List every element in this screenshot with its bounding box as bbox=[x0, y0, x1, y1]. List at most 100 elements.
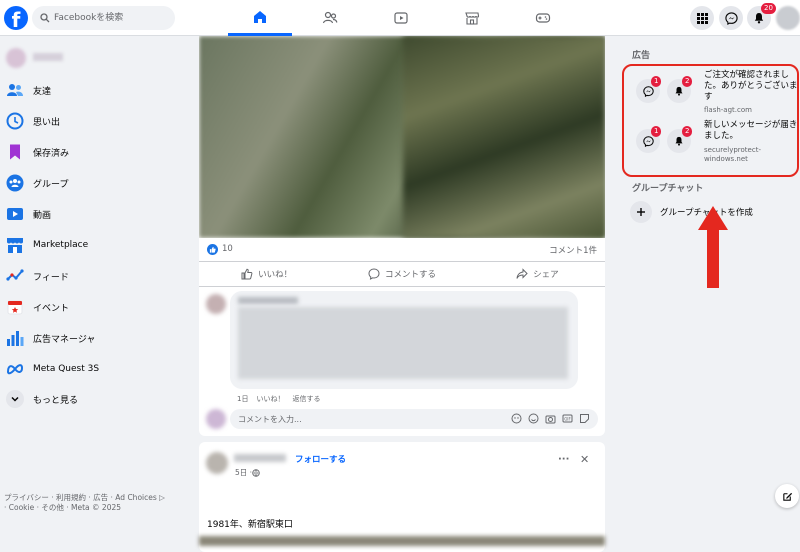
ads-heading: 広告 bbox=[632, 51, 651, 61]
sidebar-item-label: Marketplace bbox=[33, 240, 89, 250]
post-actions: いいね！ コメントする シェア bbox=[199, 262, 605, 286]
profile-avatar[interactable] bbox=[776, 6, 800, 30]
comment-text bbox=[238, 307, 568, 379]
ad-badge: 2 bbox=[682, 76, 693, 87]
close-icon[interactable]: ✕ bbox=[580, 453, 589, 466]
ad-bell-icon: 2 bbox=[667, 76, 693, 103]
poster-avatar[interactable] bbox=[206, 452, 228, 474]
ad-text: ご注文が確認されました。ありがとうございます bbox=[704, 70, 798, 102]
emoji-icon[interactable] bbox=[528, 413, 539, 424]
avatar-sticker-icon[interactable] bbox=[511, 413, 522, 424]
sidebar-item-groups[interactable]: グループ bbox=[6, 171, 68, 195]
comment-reply-link[interactable]: 返信する bbox=[292, 394, 320, 404]
tab-gaming[interactable] bbox=[511, 0, 575, 36]
photo-right bbox=[403, 36, 605, 238]
sidebar-item-meta-quest[interactable]: Meta Quest 3S bbox=[6, 357, 99, 381]
ad-text: 新しいメッセージが届きました。 bbox=[704, 120, 798, 141]
ads-highlight-box: 1 2 ご注文が確認されました。ありがとうございます flash-agt.com… bbox=[622, 64, 799, 177]
new-message-button[interactable] bbox=[775, 484, 799, 508]
left-sidebar: 友達 思い出 保存済み グループ 動画 Marketplace フィード イベン… bbox=[0, 36, 190, 510]
sidebar-item-label: 動画 bbox=[33, 210, 52, 221]
home-icon bbox=[254, 10, 266, 23]
sticker-icon[interactable] bbox=[579, 413, 590, 424]
notification-badge: 20 bbox=[761, 3, 776, 14]
comment-time[interactable]: 1日 bbox=[237, 394, 248, 404]
sidebar-item-label: グループ bbox=[33, 179, 69, 190]
chevron-down-icon bbox=[11, 396, 19, 402]
user-avatar[interactable] bbox=[6, 48, 26, 68]
sidebar-item-video[interactable]: 動画 bbox=[6, 202, 51, 226]
camera-icon[interactable] bbox=[545, 413, 556, 424]
sidebar-item-label: Meta Quest 3S bbox=[33, 364, 100, 374]
sidebar-item-events[interactable]: イベント bbox=[6, 295, 69, 319]
like-count[interactable]: 10 bbox=[222, 244, 233, 254]
share-button[interactable]: シェア bbox=[470, 262, 605, 286]
group-chat-heading: グループチャット bbox=[632, 184, 704, 194]
comment-meta: 1日 いいね！ 返信する bbox=[237, 394, 320, 404]
like-button[interactable]: いいね！ bbox=[199, 262, 334, 286]
saved-icon bbox=[10, 144, 20, 160]
sidebar-item-label: 友達 bbox=[33, 86, 52, 97]
more-options-icon[interactable]: ··· bbox=[558, 454, 569, 465]
search-icon bbox=[40, 13, 50, 23]
notifications-button[interactable]: 20 bbox=[747, 3, 776, 30]
sidebar-item-label: フィード bbox=[33, 272, 69, 283]
comment-button[interactable]: コメントする bbox=[334, 262, 469, 286]
sidebar-item-memories[interactable]: 思い出 bbox=[6, 109, 60, 133]
gif-icon[interactable]: GIF bbox=[562, 413, 573, 424]
reaction-summary: 10 コメント1件 bbox=[199, 238, 605, 262]
follow-button[interactable]: フォローする bbox=[295, 453, 346, 465]
feed-icon bbox=[6, 269, 24, 281]
tab-video[interactable] bbox=[369, 0, 433, 36]
ad-url: securelyprotect-windows.net bbox=[704, 146, 761, 163]
sidebar-item-ads-manager[interactable]: 広告マネージャ bbox=[6, 326, 95, 350]
post-image[interactable] bbox=[199, 36, 605, 238]
tab-marketplace[interactable] bbox=[440, 0, 504, 36]
comment-bubble bbox=[230, 291, 578, 389]
comment-input[interactable]: コメントを入力... GIF bbox=[230, 409, 598, 429]
post-time[interactable]: 5日 · bbox=[235, 467, 252, 478]
ad-badge: 1 bbox=[651, 76, 662, 87]
footer-line[interactable]: · Cookie · その他 · Meta © 2025 bbox=[4, 503, 189, 513]
sidebar-item-friends[interactable]: 友達 bbox=[6, 78, 51, 102]
tab-friends[interactable] bbox=[298, 0, 362, 36]
comment-like-link[interactable]: いいね！ bbox=[256, 394, 284, 404]
sidebar-item-saved[interactable]: 保存済み bbox=[6, 140, 69, 164]
tab-home[interactable] bbox=[228, 0, 292, 36]
sidebar-item-see-more[interactable]: もっと見る bbox=[6, 387, 78, 411]
commenter-avatar[interactable] bbox=[206, 294, 226, 314]
plus-icon bbox=[630, 201, 652, 223]
svg-text:GIF: GIF bbox=[564, 416, 571, 421]
footer-links[interactable]: プライバシー · 利用規約 · 広告 · Ad Choices ▷ · Cook… bbox=[4, 493, 189, 513]
marketplace-icon bbox=[465, 12, 480, 25]
poster-name[interactable] bbox=[234, 454, 286, 462]
globe-icon bbox=[252, 468, 260, 477]
ad-badge: 1 bbox=[651, 126, 662, 137]
comment-icon bbox=[368, 268, 380, 280]
sidebar-item-label: 思い出 bbox=[33, 117, 61, 128]
sidebar-item-label: イベント bbox=[33, 303, 70, 314]
compose-icon bbox=[782, 492, 792, 501]
post-card: フォローする 5日 · ··· ✕ 1981年、新宿駅東口 bbox=[199, 442, 605, 552]
create-group-chat-button[interactable]: グループチャットを作成 bbox=[630, 201, 753, 223]
menu-button[interactable] bbox=[690, 6, 714, 30]
memories-icon bbox=[6, 112, 24, 130]
bell-icon bbox=[754, 13, 764, 24]
footer-line[interactable]: プライバシー · 利用規約 · 広告 · Ad Choices ▷ bbox=[4, 493, 189, 503]
messenger-button[interactable] bbox=[719, 6, 743, 30]
sidebar-item-feed[interactable]: フィード bbox=[6, 264, 69, 288]
video-icon bbox=[394, 12, 408, 24]
comment-count[interactable]: コメント1件 bbox=[549, 244, 597, 256]
post-meta: 5日 · bbox=[235, 467, 260, 478]
grid-menu-icon bbox=[696, 12, 708, 24]
sidebar-item-marketplace[interactable]: Marketplace bbox=[6, 233, 88, 257]
messenger-icon bbox=[642, 85, 654, 97]
post-text: 1981年、新宿駅東口 bbox=[207, 520, 293, 530]
search-input[interactable]: Facebookを検索 bbox=[32, 6, 175, 30]
facebook-logo[interactable]: f bbox=[4, 6, 28, 30]
commenter-name[interactable] bbox=[238, 297, 298, 304]
post-image[interactable] bbox=[199, 536, 605, 546]
user-name[interactable] bbox=[33, 53, 63, 61]
meta-icon bbox=[6, 364, 24, 375]
messenger-icon bbox=[642, 135, 654, 147]
